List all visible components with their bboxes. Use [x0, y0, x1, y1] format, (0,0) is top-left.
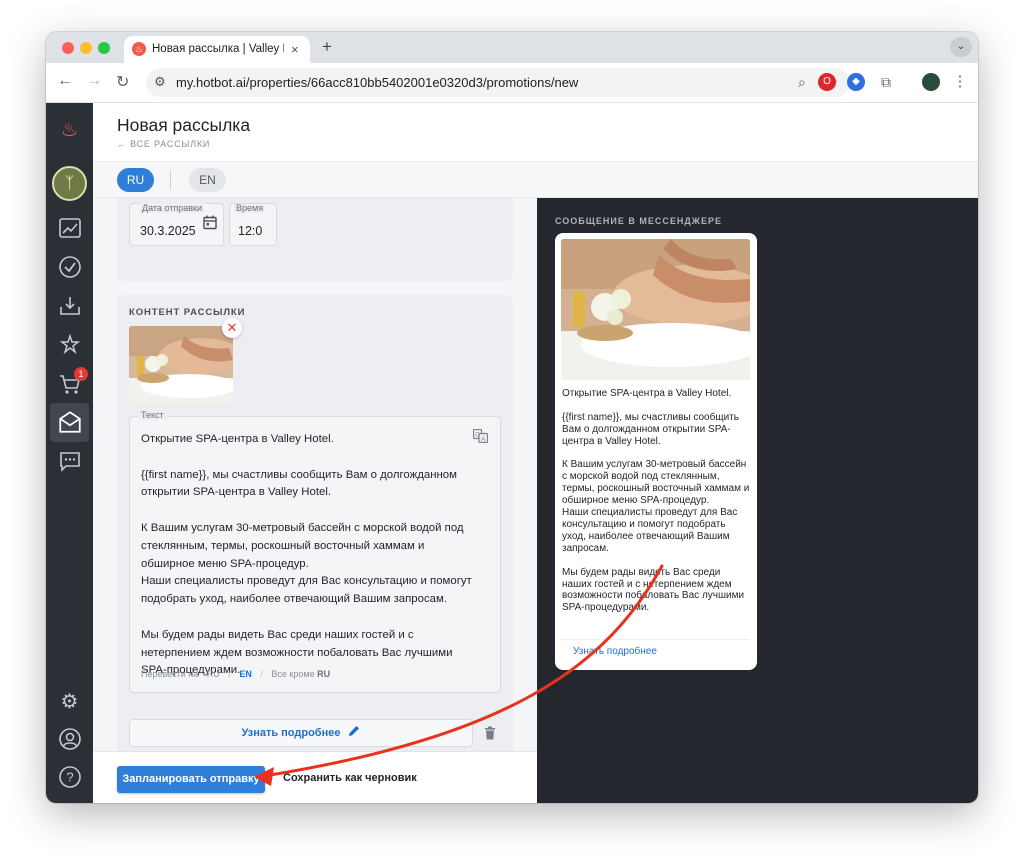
send-date-label: Дата отправки: [140, 203, 204, 213]
property-avatar[interactable]: ᛉ: [52, 166, 87, 201]
divider: [170, 170, 171, 190]
inbox-download-icon[interactable]: [56, 294, 83, 321]
send-time-field[interactable]: Время 12:0: [229, 203, 277, 246]
translate-icon[interactable]: GA: [472, 428, 489, 446]
content-section-title: КОНТЕНТ РАССЫЛКИ: [129, 307, 246, 318]
send-time-value[interactable]: 12:0: [238, 224, 262, 238]
message-text[interactable]: Открытие SPA-центра в Valley Hotel. {{fi…: [141, 431, 481, 680]
editor-panel: Дата отправки 30.3.2025 Время 12:0 КОНТЕ…: [93, 198, 537, 803]
cart-badge: 1: [74, 367, 88, 381]
messenger-preview-panel: СООБЩЕНИЕ В МЕССЕНДЖЕРЕ Открытие SPA-цен…: [537, 198, 978, 803]
send-time-label: Время: [234, 203, 266, 213]
account-icon[interactable]: [56, 727, 83, 754]
star-inbox-icon[interactable]: [56, 333, 83, 360]
send-date-field[interactable]: Дата отправки 30.3.2025: [129, 203, 224, 246]
preview-image: [561, 239, 750, 380]
translate-row: Перевести на RU / EN / Все кроме RU: [141, 669, 330, 679]
minimize-window-button[interactable]: [80, 42, 92, 54]
delete-button-icon[interactable]: [484, 726, 496, 743]
tab-search-chevron-icon[interactable]: ⌄: [950, 37, 972, 57]
maximize-window-button[interactable]: [98, 42, 110, 54]
save-draft-button[interactable]: Сохранить как черновик: [283, 772, 417, 784]
opera-extension-icon[interactable]: O: [818, 73, 836, 91]
hotbot-favicon-icon: ♨: [132, 42, 146, 56]
translate-all-link[interactable]: Все кроме: [271, 669, 314, 679]
preview-learn-more-button[interactable]: Узнать подробнее: [560, 639, 750, 664]
extensions-puzzle-icon[interactable]: ⧉: [877, 73, 895, 91]
sidebar: ♨ ᛉ 1 ⚙ ?: [46, 103, 93, 803]
browser-window: ♨ Новая рассылка | Valley Hotel × + ⌄ ← …: [46, 32, 978, 803]
content-image: [129, 326, 233, 404]
message-preview-card: Открытие SPA-центра в Valley Hotel. {{fi…: [555, 233, 757, 670]
translate-ru-link[interactable]: RU: [207, 669, 220, 679]
browser-tab[interactable]: ♨ Новая рассылка | Valley Hotel ×: [124, 36, 310, 63]
tab-lang-en[interactable]: EN: [189, 168, 226, 192]
schedule-send-button[interactable]: Запланировать отправку: [117, 766, 265, 793]
divider: /: [228, 669, 231, 679]
translate-all-lang: RU: [317, 669, 331, 679]
svg-text:A: A: [481, 437, 485, 443]
browser-toolbar: ← → ↻ ⚙ my.hotbot.ai/properties/66acc810…: [46, 63, 978, 103]
divider: /: [260, 669, 263, 679]
app: ♨ ᛉ 1 ⚙ ? Новая рассылка ← ВСЕ РАССЫЛКИ …: [46, 103, 978, 803]
title-bar: ♨ Новая рассылка | Valley Hotel × + ⌄: [46, 32, 978, 63]
reload-icon[interactable]: ↻: [116, 72, 129, 92]
learn-more-button[interactable]: Узнать подробнее: [129, 719, 473, 747]
calendar-icon[interactable]: [203, 215, 217, 235]
address-bar[interactable]: ⚙ my.hotbot.ai/properties/66acc810bb5402…: [146, 68, 850, 97]
svg-text:?: ?: [66, 770, 73, 785]
send-date-value[interactable]: 30.3.2025: [140, 224, 196, 238]
tag-extension-icon[interactable]: ◆: [847, 73, 865, 91]
tab-lang-ru[interactable]: RU: [117, 168, 154, 192]
mail-icon[interactable]: [56, 409, 83, 436]
preview-message-text: Открытие SPA-центра в Valley Hotel. {{fi…: [562, 388, 750, 614]
back-arrow-icon[interactable]: ←: [57, 72, 73, 90]
profile-avatar[interactable]: [922, 73, 940, 91]
translate-prefix: Перевести на: [141, 669, 199, 679]
browser-menu-icon[interactable]: ⋮: [951, 73, 969, 91]
schedule-card: Дата отправки 30.3.2025 Время 12:0: [117, 198, 513, 281]
preview-title: СООБЩЕНИЕ В МЕССЕНДЖЕРЕ: [555, 216, 722, 226]
new-tab-button[interactable]: +: [322, 37, 332, 57]
tab-title: Новая рассылка | Valley Hotel: [152, 43, 284, 55]
svg-text:G: G: [475, 433, 480, 439]
language-tabs: RU EN: [93, 162, 978, 198]
close-window-button[interactable]: [62, 42, 74, 54]
content-card: КОНТЕНТ РАССЫЛКИ ✕ Текст Открытие SPA-це…: [117, 295, 513, 803]
back-to-mailings-link[interactable]: ← ВСЕ РАССЫЛКИ: [117, 139, 210, 149]
action-footer: Запланировать отправку Сохранить как чер…: [93, 751, 537, 803]
page-title: Новая рассылка: [117, 115, 251, 135]
settings-gear-icon[interactable]: ⚙: [56, 689, 83, 716]
analytics-icon[interactable]: [56, 216, 83, 243]
help-icon[interactable]: ?: [56, 765, 83, 792]
chat-icon[interactable]: [56, 449, 83, 476]
site-settings-icon[interactable]: ⚙: [154, 74, 166, 90]
forward-arrow-icon[interactable]: →: [86, 72, 102, 90]
edit-pencil-icon[interactable]: [347, 726, 361, 739]
text-label: Текст: [138, 410, 167, 420]
hotbot-logo-icon[interactable]: ♨: [56, 117, 83, 144]
learn-more-label: Узнать подробнее: [241, 727, 341, 739]
remove-image-icon[interactable]: ✕: [222, 318, 242, 338]
page-header: Новая рассылка ← ВСЕ РАССЫЛКИ: [93, 103, 978, 162]
url-text[interactable]: my.hotbot.ai/properties/66acc810bb540200…: [176, 75, 578, 90]
message-text-field[interactable]: Текст Открытие SPA-центра в Valley Hotel…: [129, 410, 501, 693]
tab-close-icon[interactable]: ×: [291, 42, 299, 57]
translate-en-link[interactable]: EN: [239, 669, 252, 679]
zoom-icon[interactable]: ⌕: [798, 74, 806, 91]
check-icon[interactable]: [56, 255, 83, 282]
